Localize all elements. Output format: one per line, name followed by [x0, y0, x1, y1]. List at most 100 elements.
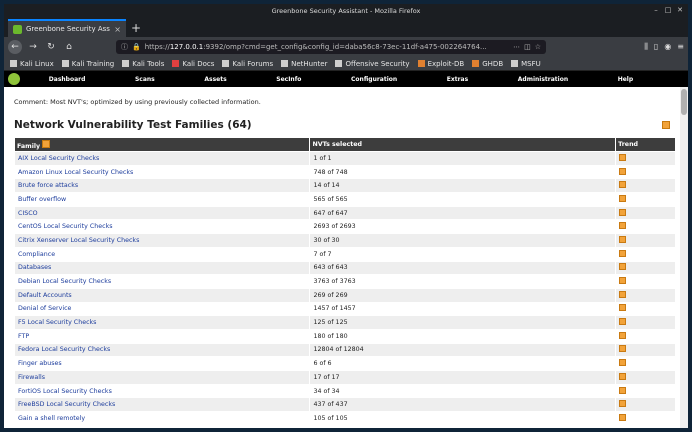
sidebar-icon[interactable]: ▯	[654, 42, 658, 52]
table-row: CISCO 647 of 647	[15, 206, 675, 220]
library-icon[interactable]: ⫼	[644, 42, 648, 52]
trend-icon[interactable]	[619, 359, 627, 367]
bookmark-item[interactable]: Kali Forums	[222, 60, 273, 68]
menu-item-administration[interactable]: Administration	[518, 76, 568, 83]
family-link[interactable]: Debian Local Security Checks	[15, 275, 310, 288]
family-link[interactable]: CISCO	[15, 206, 310, 220]
minimize-icon[interactable]: –	[652, 6, 660, 14]
greenbone-logo-icon[interactable]	[4, 71, 24, 87]
trend-icon[interactable]	[619, 318, 627, 326]
trend-icon[interactable]	[619, 167, 627, 175]
family-link[interactable]: Compliance	[15, 247, 310, 261]
family-link[interactable]: Finger abuses	[15, 357, 310, 370]
bookmark-item[interactable]: Kali Linux	[10, 60, 54, 68]
trend-icon[interactable]	[619, 331, 627, 339]
family-link[interactable]: Fedora Local Security Checks	[15, 343, 310, 357]
trend-cell	[616, 247, 675, 261]
family-link[interactable]: Buffer overflow	[15, 193, 310, 206]
trend-icon[interactable]	[619, 249, 627, 257]
new-tab-button[interactable]: +	[126, 19, 146, 37]
page-scrollbar[interactable]	[680, 87, 688, 428]
family-link[interactable]: CentOS Local Security Checks	[15, 220, 310, 234]
close-window-icon[interactable]: ✕	[676, 6, 684, 14]
family-link[interactable]: AIX Local Security Checks	[15, 152, 310, 165]
bookmark-label: Exploit-DB	[427, 59, 465, 68]
menu-item-dashboard[interactable]: Dashboard	[49, 76, 86, 83]
trend-icon[interactable]	[619, 208, 627, 216]
trend-icon[interactable]	[619, 222, 627, 230]
trend-icon[interactable]	[619, 153, 627, 161]
bookmark-item[interactable]: GHDB	[472, 60, 503, 68]
menu-item-configuration[interactable]: Configuration	[351, 76, 397, 83]
bookmark-label: Kali Tools	[132, 59, 165, 68]
lock-warning-icon[interactable]: 🔒	[132, 43, 141, 51]
menu-item-extras[interactable]: Extras	[447, 76, 468, 83]
trend-icon[interactable]	[619, 386, 627, 394]
url-bar[interactable]: ⓘ 🔒 https://127.0.0.1:9392/omp?cmd=get_c…	[116, 40, 546, 54]
nvts-selected: 647 of 647	[310, 206, 616, 220]
trend-icon[interactable]	[619, 413, 627, 421]
family-link[interactable]: FreeBSD Local Security Checks	[15, 398, 310, 412]
account-icon[interactable]: ◉	[664, 42, 671, 52]
maximize-icon[interactable]: □	[664, 6, 672, 14]
edit-config-icon[interactable]	[662, 121, 670, 129]
trend-icon[interactable]	[619, 345, 627, 353]
menu-item-help[interactable]: Help	[618, 76, 633, 83]
bookmark-item[interactable]: Offensive Security	[335, 60, 410, 68]
trend-icon[interactable]	[619, 277, 627, 285]
bookmark-item[interactable]: NetHunter	[281, 60, 327, 68]
bookmark-item[interactable]: MSFU	[511, 60, 541, 68]
browser-tab[interactable]: Greenbone Security Assis ×	[8, 19, 126, 37]
bookmark-item[interactable]: Exploit-DB	[417, 59, 465, 68]
table-row: Debian Local Security Checks 3763 of 3763	[15, 275, 675, 288]
navigation-bar: ← → ↻ ⌂ ⓘ 🔒 https://127.0.0.1:9392/omp?c…	[4, 37, 688, 57]
trend-icon[interactable]	[619, 181, 627, 189]
bookmark-item[interactable]: Kali Docs	[172, 60, 214, 68]
trend-icon[interactable]	[619, 194, 627, 202]
family-link[interactable]: Brute force attacks	[15, 179, 310, 193]
trend-icon[interactable]	[619, 263, 627, 271]
family-link[interactable]: Citrix Xenserver Local Security Checks	[15, 234, 310, 247]
trend-icon[interactable]	[619, 235, 627, 243]
forward-arrow-icon[interactable]: →	[26, 40, 40, 54]
menu-icon[interactable]: ≡	[677, 42, 684, 52]
greenbone-favicon-icon	[13, 24, 22, 34]
family-link[interactable]: Firewalls	[15, 371, 310, 384]
url-text[interactable]: https://127.0.0.1:9392/omp?cmd=get_confi…	[145, 43, 509, 51]
family-link[interactable]: Databases	[15, 261, 310, 275]
trend-icon[interactable]	[619, 400, 627, 408]
scrollbar-thumb[interactable]	[681, 89, 687, 115]
family-link[interactable]: F5 Local Security Checks	[15, 316, 310, 329]
bookmark-star-icon[interactable]: ☆	[535, 43, 541, 51]
family-link[interactable]: Amazon Linux Local Security Checks	[15, 165, 310, 179]
pocket-icon[interactable]: ◫	[524, 43, 531, 51]
bookmark-label: GHDB	[482, 59, 504, 68]
bookmark-item[interactable]: Kali Training	[61, 60, 114, 68]
table-row: AIX Local Security Checks 1 of 1	[15, 152, 675, 165]
bookmark-icon	[417, 60, 425, 67]
trend-cell	[616, 357, 675, 370]
table-row: Finger abuses 6 of 6	[15, 357, 675, 370]
family-link[interactable]: Default Accounts	[15, 288, 310, 302]
close-tab-icon[interactable]: ×	[114, 25, 121, 34]
column-header-family[interactable]: Family	[15, 138, 310, 151]
bookmark-item[interactable]: Kali Tools	[122, 60, 164, 68]
menu-item-secinfo[interactable]: SecInfo	[276, 76, 301, 83]
trend-icon[interactable]	[619, 372, 627, 380]
family-link[interactable]: FortiOS Local Security Checks	[15, 384, 310, 398]
menu-item-assets[interactable]: Assets	[204, 76, 226, 83]
reload-icon[interactable]: ↻	[44, 40, 58, 54]
page-actions-icon[interactable]: ⋯	[513, 43, 520, 51]
back-arrow-icon[interactable]: ←	[8, 40, 22, 54]
menu-item-scans[interactable]: Scans	[135, 76, 155, 83]
sort-icon[interactable]	[42, 139, 51, 148]
info-icon[interactable]: ⓘ	[121, 42, 128, 52]
trend-icon[interactable]	[619, 304, 627, 312]
family-link[interactable]: Gain a shell remotely	[15, 412, 310, 425]
trend-icon[interactable]	[619, 290, 627, 298]
tab-bar: Greenbone Security Assis × +	[4, 17, 688, 37]
family-link[interactable]: Denial of Service	[15, 302, 310, 316]
family-link[interactable]: FTP	[15, 329, 310, 343]
nvts-selected: 3763 of 3763	[310, 275, 616, 288]
home-icon[interactable]: ⌂	[62, 40, 76, 54]
